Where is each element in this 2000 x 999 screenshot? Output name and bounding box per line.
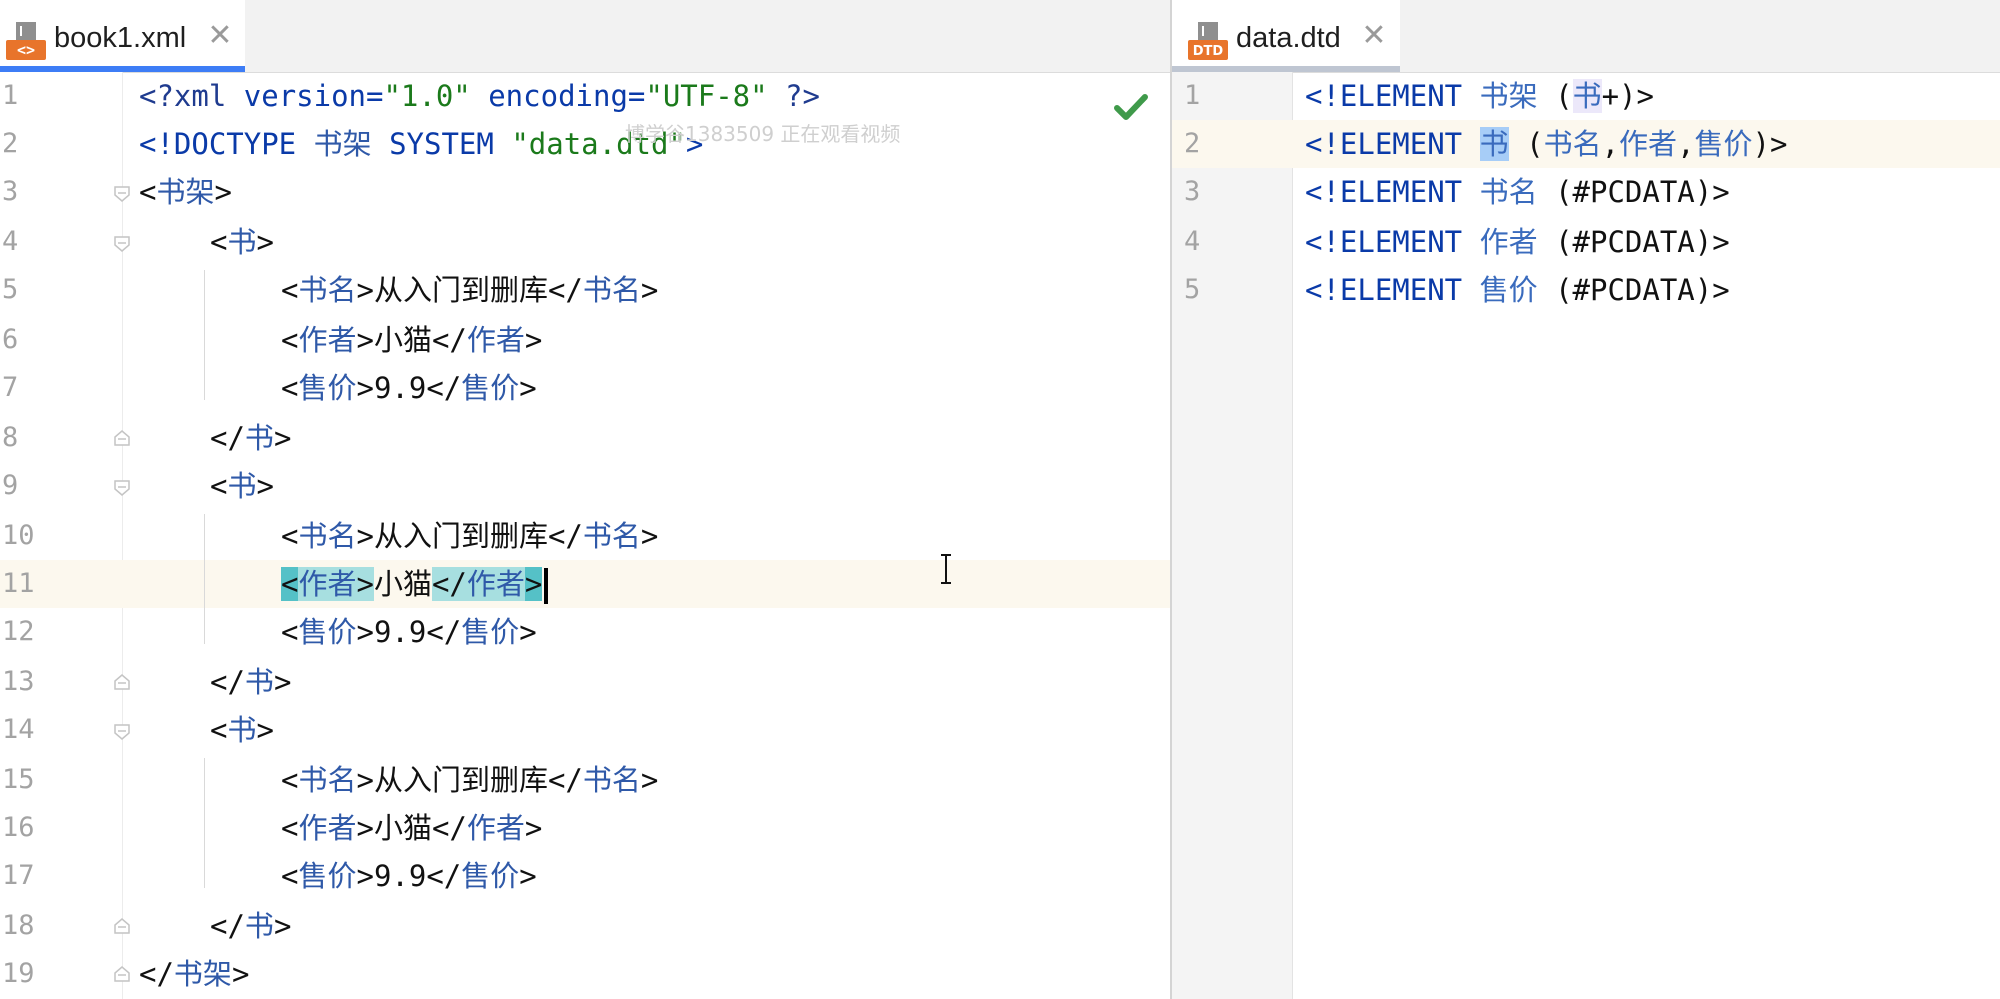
line-number: 1 [2,80,19,111]
code-line[interactable]: </书> [210,902,291,950]
ide-window: <> book1.xml ✕ 1 2 3 4 5 6 7 8 9 10 11 1… [0,0,2000,999]
code-line[interactable]: <书架> [139,168,232,216]
code-line[interactable]: <!ELEMENT 售价 (#PCDATA)> [1305,266,1730,314]
line-number: 11 [2,568,35,599]
line-number: 3 [1184,176,1201,207]
code-line[interactable]: <书名>从入门到删库</书名> [281,756,658,804]
indent-guide [204,514,205,644]
fold-marker-icon[interactable] [112,184,132,204]
text-caret [544,568,549,604]
code-line-current[interactable]: <!ELEMENT 书 (书名,作者,售价)> [1305,120,1787,168]
code-line[interactable]: <书名>从入门到删库</书名> [281,512,658,560]
line-number: 2 [2,128,19,159]
line-number: 8 [2,422,19,453]
fold-end-marker-icon[interactable] [112,672,132,692]
dtd-icon-text: DTD [1193,44,1224,59]
text-cursor-icon [941,554,951,584]
line-number: 1 [1184,80,1201,111]
line-number: 5 [2,274,19,305]
video-watermark: 博学谷1383509 正在观看视频 [625,122,901,146]
indent-guide [204,270,205,400]
tab-title: book1.xml [54,22,187,54]
line-number: 10 [2,520,35,551]
line-number: 14 [2,714,35,745]
code-line-current[interactable]: <作者>小猫</作者> [281,560,549,608]
code-line[interactable]: <书> [210,218,274,266]
line-number: 9 [2,470,19,501]
code-line[interactable]: <!DOCTYPE 书架 SYSTEM "data.dtd"> [139,120,703,168]
line-number: 13 [2,666,35,697]
tab-data-dtd[interactable]: DTD data.dtd ✕ [1172,0,1400,72]
fold-marker-icon[interactable] [112,722,132,742]
code-line[interactable]: <?xml version="1.0" encoding="UTF-8" ?> [139,72,820,120]
line-number: 19 [2,958,35,989]
fold-end-marker-icon[interactable] [112,964,132,984]
indent-guide [204,758,205,888]
fold-end-marker-icon[interactable] [112,916,132,936]
line-number: 17 [2,860,35,891]
fold-end-marker-icon[interactable] [112,428,132,448]
code-line[interactable]: </书> [210,658,291,706]
current-line-highlight [0,560,1170,608]
code-line[interactable]: <售价>9.9</售价> [281,608,537,656]
xml-editor-pane: <> book1.xml ✕ 1 2 3 4 5 6 7 8 9 10 11 1… [0,0,1170,999]
code-line[interactable]: <!ELEMENT 书名 (#PCDATA)> [1305,168,1730,216]
code-line[interactable]: <书名>从入门到删库</书名> [281,266,658,314]
line-number: 3 [2,176,19,207]
right-tab-bar: DTD data.dtd ✕ [1172,0,2000,73]
line-number: 6 [2,324,19,355]
tab-title: data.dtd [1236,22,1341,54]
dtd-editor-pane: DTD data.dtd ✕ 1 2 3 4 5 <!ELEMENT 书架 (书… [1172,0,2000,999]
code-line[interactable]: <作者>小猫</作者> [281,316,542,364]
tab-book1-xml[interactable]: <> book1.xml ✕ [0,0,245,72]
dtd-file-icon: DTD [1188,22,1228,60]
code-line[interactable]: <售价>9.9</售价> [281,852,537,900]
check-icon[interactable] [1114,92,1148,122]
line-number: 15 [2,764,35,795]
code-line[interactable]: </书架> [139,950,249,998]
line-number: 2 [1184,128,1201,159]
xml-icon-text: <> [17,41,35,59]
code-line[interactable]: <书> [210,706,274,754]
code-line[interactable]: </书> [210,414,291,462]
line-number: 12 [2,616,35,647]
left-tab-bar: <> book1.xml ✕ [0,0,1170,73]
code-line[interactable]: <作者>小猫</作者> [281,804,542,852]
fold-marker-icon[interactable] [112,234,132,254]
close-tab-icon[interactable]: ✕ [1356,18,1392,54]
line-number: 18 [2,910,35,941]
line-number: 16 [2,812,35,843]
fold-marker-icon[interactable] [112,478,132,498]
close-tab-icon[interactable]: ✕ [202,18,238,54]
code-line[interactable]: <!ELEMENT 作者 (#PCDATA)> [1305,218,1730,266]
code-line[interactable]: <售价>9.9</售价> [281,364,537,412]
code-line[interactable]: <!ELEMENT 书架 (书+)> [1305,72,1654,120]
line-number: 5 [1184,274,1201,305]
line-number: 4 [1184,226,1201,257]
xml-file-icon: <> [6,22,46,60]
code-line[interactable]: <书> [210,462,274,510]
line-number: 7 [2,372,19,403]
line-number: 4 [2,226,19,257]
